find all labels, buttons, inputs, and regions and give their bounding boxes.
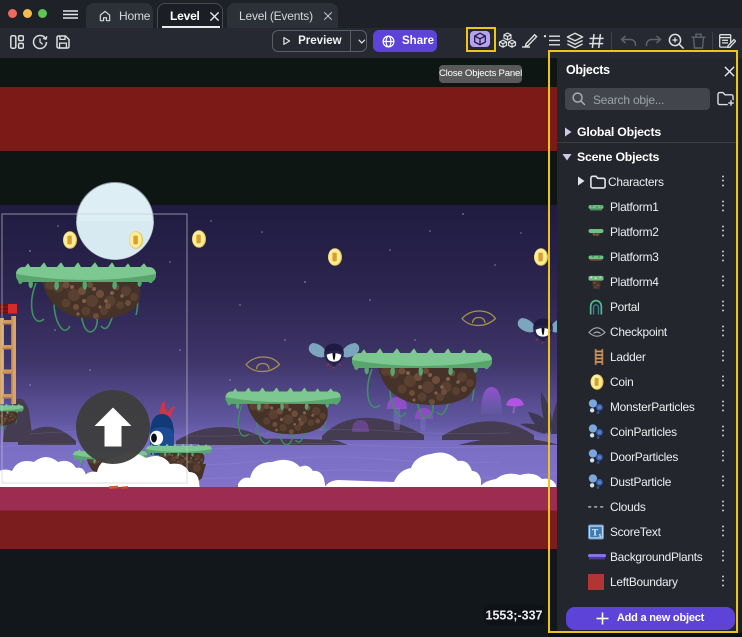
- svg-text:1553;-337: 1553;-337: [486, 609, 543, 623]
